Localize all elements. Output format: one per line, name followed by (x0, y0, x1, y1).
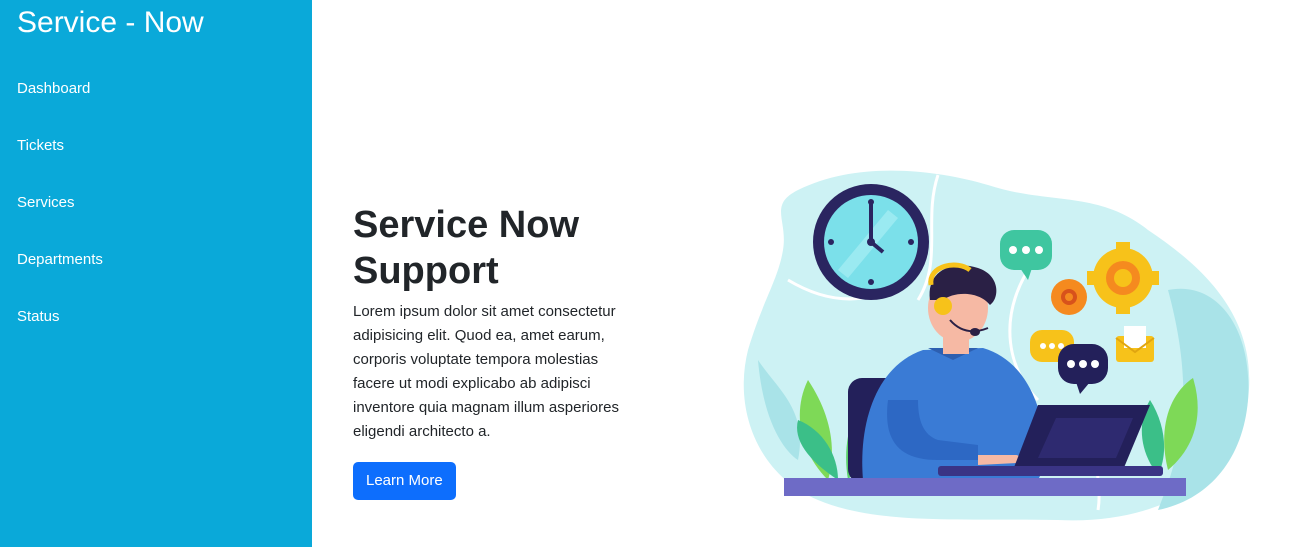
hero-description: Lorem ipsum dolor sit amet consectetur a… (353, 303, 619, 440)
headset-icon (934, 297, 952, 315)
learn-more-button[interactable]: Learn More (353, 462, 456, 500)
desk (784, 478, 1186, 496)
sidebar-item-services[interactable]: Services (17, 184, 103, 241)
support-illustration-svg (743, 170, 1250, 521)
hero-title-line1: Service Now (353, 204, 579, 246)
sidebar-item-status[interactable]: Status (17, 298, 103, 355)
support-illustration (738, 160, 1258, 530)
small-gear-icon (1051, 279, 1087, 315)
hero-section: Service Now Support Lorem ipsum dolor si… (353, 202, 653, 500)
sidebar-item-tickets[interactable]: Tickets (17, 127, 103, 184)
hero-title: Service Now Support (353, 202, 653, 294)
brand-title[interactable]: Service - Now (17, 4, 204, 42)
sidebar: Service - Now Dashboard Tickets Services… (0, 0, 312, 547)
sidebar-item-departments[interactable]: Departments (17, 241, 103, 298)
sidebar-nav: Dashboard Tickets Services Departments S… (17, 70, 103, 355)
clock-icon (813, 184, 929, 300)
hero-title-line2: Support (353, 250, 499, 292)
sidebar-item-dashboard[interactable]: Dashboard (17, 70, 103, 127)
